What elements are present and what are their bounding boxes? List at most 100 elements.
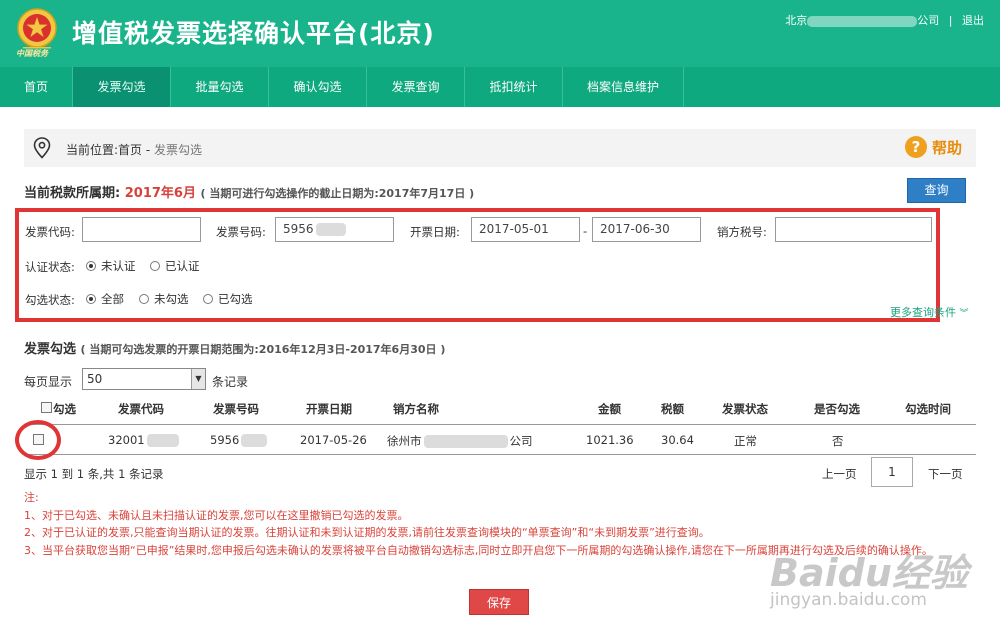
radio-unselected-icon <box>150 261 160 271</box>
cell-seller-name: 徐州市 公司 <box>387 433 533 449</box>
page-number-input[interactable]: 1 <box>871 457 913 487</box>
note-item: 2、对于已认证的发票,只能查询当期认证的发票。往期认证和未到认证期的发票,请前往… <box>24 526 710 539</box>
invoice-number-label: 发票号码: <box>216 225 266 239</box>
breadcrumb-current: 发票勾选 <box>154 143 203 157</box>
seller-tax-id-label: 销方税号: <box>717 225 767 239</box>
radio-unselected-icon <box>203 294 213 304</box>
section-note: ( 当期可勾选发票的开票日期范围为:2016年12月3日-2017年6月30日 … <box>80 343 446 356</box>
cell-invoice-number: 5956 <box>210 433 268 447</box>
redacted-invoice-code <box>146 434 179 447</box>
emblem-text: 中国税务 <box>16 49 48 58</box>
dropdown-arrow-icon: ▼ <box>191 369 205 389</box>
invoice-code-label: 发票代码: <box>25 225 75 239</box>
per-page-select[interactable]: 50 ▼ <box>82 368 206 390</box>
location-pin-icon <box>33 137 51 159</box>
app-title: 增值税发票选择确认平台(北京) <box>72 19 435 48</box>
question-icon: ? <box>904 136 927 158</box>
section-title-text: 发票勾选 <box>24 342 77 357</box>
cell-seller-prefix: 徐州市 <box>387 434 422 448</box>
invoice-number-value: 5956 <box>283 222 314 236</box>
column-header-status: 发票状态 <box>722 402 768 416</box>
cell-invoice-status: 正常 <box>734 434 757 448</box>
more-filters-label: 更多查询条件 <box>890 306 956 319</box>
tax-period-note: ( 当期可进行勾选操作的截止日期为:2017年7月17日 ) <box>200 187 475 200</box>
check-option-unchecked: 未勾选 <box>154 292 189 306</box>
nav-item-invoice-check[interactable]: 发票勾选 <box>73 67 171 107</box>
baidu-watermark-url: jingyan.baidu.com <box>770 590 927 610</box>
next-page-button[interactable]: 下一页 <box>928 466 963 482</box>
select-all-checkbox[interactable] <box>41 402 52 413</box>
logout-link[interactable]: 退出 <box>962 14 984 27</box>
tax-period: 当前税款所属期: 2017年6月 ( 当期可进行勾选操作的截止日期为:2017年… <box>24 182 474 201</box>
column-header-tax: 税额 <box>661 402 684 416</box>
cell-amount: 1021.36 <box>586 433 634 447</box>
date-from-input[interactable]: 2017-05-01 <box>471 217 580 242</box>
user-info: 北京 公司 | 退出 <box>785 12 984 28</box>
auth-status-unverified-radio[interactable]: 未认证 <box>86 258 136 274</box>
column-header-check-time: 勾选时间 <box>905 402 951 416</box>
auth-status-verified-radio[interactable]: 已认证 <box>150 258 200 274</box>
column-header-number: 发票号码 <box>213 402 259 416</box>
check-option-all: 全部 <box>101 292 124 306</box>
records-summary: 显示 1 到 1 条,共 1 条记录 <box>24 467 164 481</box>
radio-selected-icon <box>86 261 96 271</box>
nav-item-archive-maintenance[interactable]: 档案信息维护 <box>563 67 684 107</box>
check-option-checked: 已勾选 <box>218 292 253 306</box>
invoice-code-input[interactable] <box>82 217 201 242</box>
breadcrumb-path: 当前位置:首页 - <box>66 143 151 157</box>
checkbox-highlight-circle <box>15 420 61 460</box>
app-header: 中国税务 增值税发票选择确认平台(北京) 北京 公司 | 退出 <box>0 0 1000 67</box>
cell-tax: 30.64 <box>661 433 694 447</box>
seller-tax-id-input[interactable] <box>775 217 932 242</box>
date-to-input[interactable]: 2017-06-30 <box>592 217 701 242</box>
redacted-invoice-number <box>315 223 346 236</box>
help-label: 帮助 <box>931 138 962 157</box>
auth-option-verified: 已认证 <box>165 259 200 273</box>
cell-invoice-date: 2017-05-26 <box>300 433 367 447</box>
column-header-amount: 金额 <box>598 402 621 416</box>
nav-item-invoice-query[interactable]: 发票查询 <box>367 67 465 107</box>
check-status-all-radio[interactable]: 全部 <box>86 291 124 307</box>
redacted-company-name <box>807 15 918 27</box>
header-separator: | <box>948 14 953 27</box>
redacted-seller-name <box>423 435 508 448</box>
per-page-value: 50 <box>87 372 103 386</box>
nav-item-batch-check[interactable]: 批量勾选 <box>171 67 269 107</box>
nav-item-confirm-check[interactable]: 确认勾选 <box>269 67 367 107</box>
help-button[interactable]: ? 帮助 <box>904 136 962 158</box>
invoice-date-label: 开票日期: <box>410 225 460 239</box>
check-status-label: 勾选状态: <box>25 293 75 307</box>
tax-period-value: 2017年6月 <box>124 186 196 201</box>
column-header-date: 开票日期 <box>306 402 352 416</box>
query-button[interactable]: 查询 <box>907 178 966 203</box>
breadcrumb-text: 当前位置:首页 - 发票勾选 <box>66 141 202 158</box>
column-header-is-checked: 是否勾选 <box>814 402 860 416</box>
check-status-unchecked-radio[interactable]: 未勾选 <box>139 291 189 307</box>
per-page-label: 每页显示 <box>24 375 73 389</box>
invoice-number-input[interactable]: 5956 <box>275 217 394 242</box>
breadcrumb: 当前位置:首页 - 发票勾选 ? 帮助 <box>24 129 976 167</box>
more-filters-link[interactable]: 更多查询条件 ︾ <box>890 304 969 320</box>
radio-selected-icon <box>86 294 96 304</box>
chevron-down-icon: ︾ <box>959 309 969 319</box>
column-header-check: 勾选 <box>53 402 76 416</box>
date-separator: - <box>583 224 588 238</box>
radio-unselected-icon <box>139 294 149 304</box>
user-company-suffix: 公司 <box>917 14 940 27</box>
section-title: 发票勾选 ( 当期可勾选发票的开票日期范围为:2016年12月3日-2017年6… <box>24 338 445 357</box>
column-header-code: 发票代码 <box>118 402 164 416</box>
nav-item-deduction-stats[interactable]: 抵扣统计 <box>465 67 563 107</box>
baidu-watermark: Baidu经验 <box>770 551 968 595</box>
redacted-invoice-number <box>241 434 268 447</box>
per-page-suffix: 条记录 <box>212 375 249 389</box>
check-status-checked-radio[interactable]: 已勾选 <box>203 291 253 307</box>
cell-seller-suffix: 公司 <box>509 434 533 448</box>
auth-option-unverified: 未认证 <box>101 259 136 273</box>
nav-item-home[interactable]: 首页 <box>0 67 73 107</box>
note-item: 1、对于已勾选、未确认且未扫描认证的发票,您可以在这里撤销已勾选的发票。 <box>24 508 409 522</box>
prev-page-button[interactable]: 上一页 <box>822 466 857 482</box>
cell-is-checked: 否 <box>832 434 844 448</box>
save-button[interactable]: 保存 <box>469 589 529 615</box>
cell-invoice-code: 32001 <box>108 433 179 447</box>
tax-period-label: 当前税款所属期: <box>24 186 121 201</box>
